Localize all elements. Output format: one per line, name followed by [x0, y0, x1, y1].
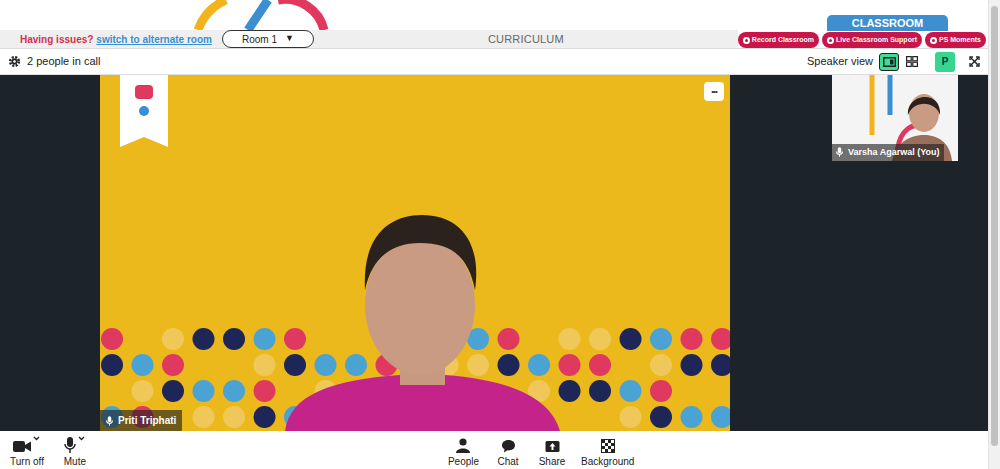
camera-icon [13, 440, 31, 453]
chat-icon [501, 439, 516, 453]
video-stage: ••• Priti Triphati Varsha Agarwal (You) [0, 75, 988, 431]
caret-icon [33, 436, 40, 441]
record-dot-icon [827, 37, 834, 44]
gear-icon [8, 55, 21, 68]
action-label: PS Moments [939, 35, 981, 46]
scrollbar-thumb[interactable] [991, 6, 998, 446]
chat-button[interactable]: Chat [493, 436, 523, 468]
action-label: Live Classroom Support [836, 35, 917, 46]
switch-room-link[interactable]: switch to alternate room [96, 32, 212, 47]
speaker-video-tile: ••• Priti Triphati [100, 75, 730, 431]
room-bar: Having issues?switch to alternate room Ro… [0, 30, 738, 48]
video-frame [100, 75, 730, 431]
people-count: 2 people in call [27, 53, 100, 70]
view-button[interactable] [879, 53, 899, 71]
room-select[interactable]: Room 1 ▼ [222, 30, 314, 48]
user-avatar[interactable]: P [935, 52, 955, 72]
issue-text: Having issues? [20, 32, 93, 47]
share-icon [545, 438, 560, 453]
speaker-view-icon [883, 57, 896, 67]
action-button[interactable]: PS Moments [925, 32, 986, 48]
tool-icon-wrap [545, 436, 560, 453]
mic-icon [64, 437, 76, 453]
tool-icon-wrap [64, 436, 85, 453]
action-label: Record Classroom [752, 35, 814, 46]
tool-label: Background [581, 455, 634, 468]
page-header: Having issues?switch to alternate room Ro… [0, 0, 988, 48]
brand-logo-icon [186, 0, 331, 30]
app-window: Having issues?switch to alternate room Ro… [0, 0, 1000, 469]
scrollbar[interactable] [988, 0, 1000, 469]
call-controls: People Chat Share Background [448, 436, 635, 468]
call-bar: 2 people in call Speaker view P [0, 48, 988, 75]
curriculum-label[interactable]: CURRICULUM [314, 31, 738, 48]
action-button[interactable]: Record Classroom [738, 32, 819, 48]
call-toolbar: Turn off Mute People Chat Share Background [0, 431, 988, 469]
tool-label: People [448, 455, 479, 468]
participant-name: Priti Triphati [118, 413, 176, 428]
tool-icon-wrap [601, 436, 615, 453]
people-button[interactable]: People [448, 436, 479, 468]
record-dot-icon [743, 37, 750, 44]
mic-button[interactable]: Mute [60, 436, 90, 468]
self-video-tile: Varsha Agarwal (You) [832, 75, 958, 161]
action-buttons: Record Classroom Live Classroom Support PS… [738, 32, 986, 48]
background-icon [601, 439, 615, 453]
more-options-button[interactable]: ••• [704, 82, 724, 101]
share-button[interactable]: Share [537, 436, 567, 468]
action-button[interactable]: Live Classroom Support [822, 32, 922, 48]
participant-name-tag: Varsha Agarwal (You) [832, 144, 944, 162]
people-icon [456, 438, 470, 453]
tool-label: Mute [64, 455, 86, 468]
tool-label: Turn off [10, 455, 44, 468]
tool-icon-wrap [501, 436, 516, 453]
classroom-tab[interactable]: CLASSROOM [827, 15, 948, 31]
participant-name-tag: Priti Triphati [100, 410, 182, 431]
tool-label: Chat [497, 455, 518, 468]
room-select-label: Room 1 [242, 32, 277, 47]
view-label: Speaker view [807, 53, 873, 70]
fullscreen-button[interactable] [969, 56, 980, 67]
media-controls: Turn off Mute [10, 436, 90, 468]
room-caret-icon: ▼ [285, 32, 294, 46]
mic-icon [106, 416, 113, 426]
classroom-actions: CLASSROOM Record Classroom Live Classroom … [738, 15, 988, 48]
view-button[interactable] [902, 53, 922, 71]
tool-icon-wrap [456, 436, 470, 453]
record-dot-icon [930, 37, 937, 44]
expand-icon [969, 56, 980, 67]
camera-button[interactable]: Turn off [10, 436, 44, 468]
tool-label: Share [539, 455, 566, 468]
caret-icon [78, 436, 85, 441]
tool-icon-wrap [13, 436, 40, 453]
grid-view-icon [906, 56, 918, 67]
background-button[interactable]: Background [581, 436, 634, 468]
app-main: Having issues?switch to alternate room Ro… [0, 0, 988, 469]
mic-icon [836, 147, 843, 157]
participant-name: Varsha Agarwal (You) [848, 146, 940, 160]
